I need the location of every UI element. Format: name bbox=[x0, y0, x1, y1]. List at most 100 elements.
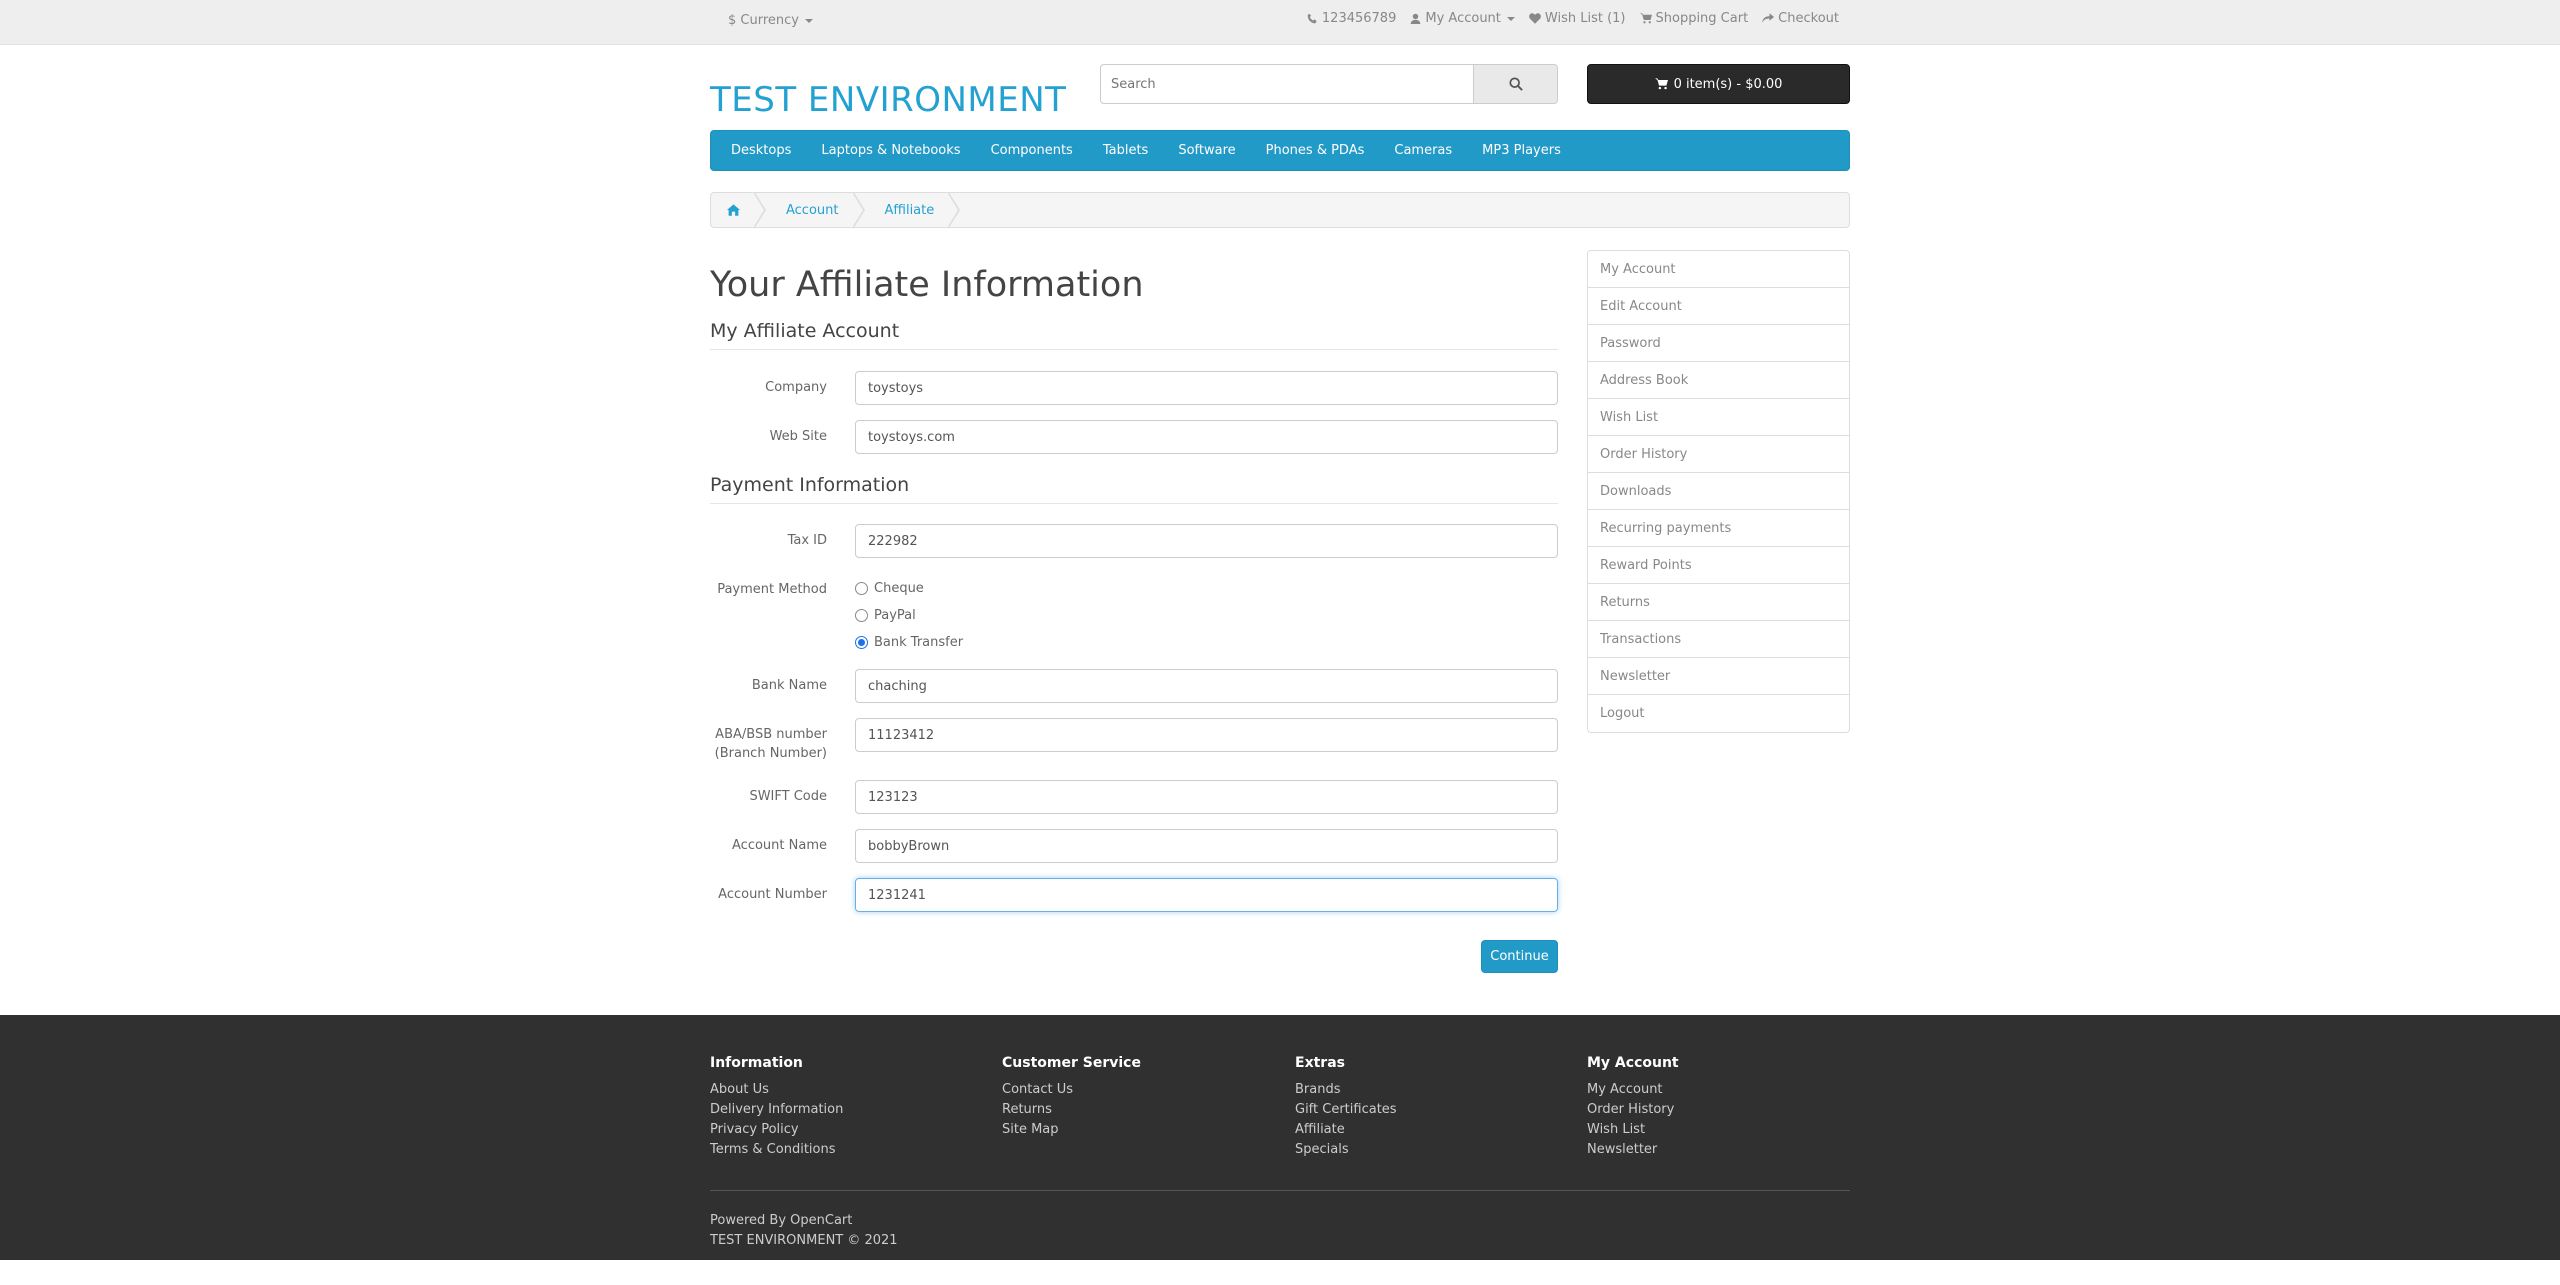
bank-name-input[interactable]: chaching bbox=[855, 669, 1558, 703]
footer-link-newsletter[interactable]: Newsletter bbox=[1587, 1140, 1679, 1160]
top-bar: $ Currency 123456789 My Account Wish Lis… bbox=[0, 0, 2560, 45]
breadcrumb: Account Affiliate bbox=[710, 191, 1850, 229]
footer-col-information: Information About Us Delivery Informatio… bbox=[710, 1055, 843, 1160]
footer-link-my-account[interactable]: My Account bbox=[1587, 1080, 1679, 1100]
phone-link[interactable]: 123456789 bbox=[1307, 11, 1396, 26]
breadcrumb-separator bbox=[851, 191, 873, 229]
footer-col-customer-service: Customer Service Contact Us Returns Site… bbox=[1002, 1055, 1141, 1140]
menu-item-tablets[interactable]: Tablets bbox=[1103, 143, 1149, 158]
copyright: TEST ENVIRONMENT © 2021 bbox=[710, 1233, 898, 1248]
radio-label-paypal: PayPal bbox=[874, 608, 916, 623]
phone-number: 123456789 bbox=[1321, 11, 1397, 26]
footer-link-specials[interactable]: Specials bbox=[1295, 1140, 1397, 1160]
footer-heading: My Account bbox=[1587, 1055, 1679, 1071]
cart-summary: 0 item(s) - $0.00 bbox=[1673, 76, 1783, 92]
sidebar-item-downloads[interactable]: Downloads bbox=[1588, 473, 1849, 510]
footer-link-privacy[interactable]: Privacy Policy bbox=[710, 1120, 843, 1140]
currency-label: $ Currency bbox=[728, 13, 799, 28]
site-logo[interactable]: TEST ENVIRONMENT bbox=[710, 80, 1066, 120]
sidebar-item-address-book[interactable]: Address Book bbox=[1588, 362, 1849, 399]
sidebar-item-logout[interactable]: Logout bbox=[1588, 695, 1849, 732]
website-input[interactable]: toystoys.com bbox=[855, 420, 1558, 454]
radio-bank-transfer[interactable] bbox=[855, 636, 868, 649]
breadcrumb-separator bbox=[947, 191, 968, 229]
footer-link-site-map[interactable]: Site Map bbox=[1002, 1120, 1141, 1140]
sidebar-item-newsletter[interactable]: Newsletter bbox=[1588, 658, 1849, 695]
phone-icon bbox=[1307, 13, 1317, 24]
menu-item-software[interactable]: Software bbox=[1178, 143, 1235, 158]
payment-option-cheque[interactable]: Cheque bbox=[855, 581, 924, 596]
section-title-affiliate: My Affiliate Account bbox=[710, 320, 900, 342]
menu-item-phones[interactable]: Phones & PDAs bbox=[1266, 143, 1365, 158]
my-account-dropdown[interactable]: My Account bbox=[1410, 11, 1515, 26]
shopping-cart-label: Shopping Cart bbox=[1655, 11, 1749, 26]
top-links: 123456789 My Account Wish List (1) Shopp… bbox=[1307, 11, 1839, 26]
checkout-link[interactable]: Checkout bbox=[1762, 11, 1839, 26]
footer-link-delivery[interactable]: Delivery Information bbox=[710, 1100, 843, 1120]
opencart-link[interactable]: OpenCart bbox=[790, 1213, 852, 1228]
menu-item-cameras[interactable]: Cameras bbox=[1394, 143, 1452, 158]
main-menu: Desktops Laptops & Notebooks Components … bbox=[710, 130, 1850, 171]
account-sidebar: My Account Edit Account Password Address… bbox=[1587, 250, 1850, 733]
sidebar-item-order-history[interactable]: Order History bbox=[1588, 436, 1849, 473]
sidebar-item-password[interactable]: Password bbox=[1588, 325, 1849, 362]
footer-heading: Customer Service bbox=[1002, 1055, 1141, 1071]
search-input[interactable] bbox=[1100, 64, 1473, 104]
search-bar bbox=[1100, 64, 1558, 104]
sidebar-item-edit-account[interactable]: Edit Account bbox=[1588, 288, 1849, 325]
radio-cheque[interactable] bbox=[855, 582, 868, 595]
breadcrumb-affiliate[interactable]: Affiliate bbox=[885, 203, 935, 218]
footer-link-returns[interactable]: Returns bbox=[1002, 1100, 1141, 1120]
shopping-cart-link[interactable]: Shopping Cart bbox=[1639, 11, 1749, 26]
footer-heading: Information bbox=[710, 1055, 803, 1071]
footer-link-affiliate[interactable]: Affiliate bbox=[1295, 1120, 1397, 1140]
footer-link-order-history[interactable]: Order History bbox=[1587, 1100, 1679, 1120]
menu-item-components[interactable]: Components bbox=[991, 143, 1073, 158]
account-name-input[interactable]: bobbyBrown bbox=[855, 829, 1558, 863]
footer bbox=[0, 1015, 2560, 1260]
footer-link-contact[interactable]: Contact Us bbox=[1002, 1080, 1141, 1100]
checkout-label: Checkout bbox=[1778, 11, 1839, 26]
website-label: Web Site bbox=[769, 429, 827, 444]
footer-link-wish-list[interactable]: Wish List bbox=[1587, 1120, 1679, 1140]
breadcrumb-home[interactable] bbox=[727, 204, 740, 216]
tax-id-label: Tax ID bbox=[787, 533, 827, 548]
sidebar-item-transactions[interactable]: Transactions bbox=[1588, 621, 1849, 658]
aba-bsb-label-line2: (Branch Number) bbox=[714, 746, 827, 761]
footer-link-brands[interactable]: Brands bbox=[1295, 1080, 1397, 1100]
divider bbox=[710, 349, 1558, 350]
sidebar-item-reward-points[interactable]: Reward Points bbox=[1588, 547, 1849, 584]
footer-heading: Extras bbox=[1295, 1055, 1345, 1071]
company-label: Company bbox=[765, 380, 827, 395]
radio-paypal[interactable] bbox=[855, 609, 868, 622]
menu-item-laptops[interactable]: Laptops & Notebooks bbox=[821, 143, 960, 158]
breadcrumb-account[interactable]: Account bbox=[786, 203, 839, 218]
powered-by: Powered By OpenCart TEST ENVIRONMENT © 2… bbox=[710, 1211, 898, 1251]
aba-bsb-label: ABA/BSB number (Branch Number) bbox=[667, 725, 827, 763]
radio-label-bank-transfer: Bank Transfer bbox=[874, 635, 964, 650]
continue-button[interactable]: Continue bbox=[1481, 940, 1558, 973]
sidebar-item-my-account[interactable]: My Account bbox=[1588, 251, 1849, 288]
wishlist-link[interactable]: Wish List (1) bbox=[1529, 11, 1626, 26]
sidebar-item-wish-list[interactable]: Wish List bbox=[1588, 399, 1849, 436]
payment-option-bank-transfer[interactable]: Bank Transfer bbox=[855, 635, 963, 650]
payment-option-paypal[interactable]: PayPal bbox=[855, 608, 916, 623]
aba-bsb-label-line1: ABA/BSB number bbox=[715, 727, 827, 742]
account-number-input[interactable]: 1231241 bbox=[855, 878, 1558, 912]
swift-input[interactable]: 123123 bbox=[855, 780, 1558, 814]
wishlist-label: Wish List (1) bbox=[1544, 11, 1626, 26]
caret-down-icon bbox=[805, 18, 814, 23]
tax-id-input[interactable]: 222982 bbox=[855, 524, 1558, 558]
currency-dropdown[interactable]: $ Currency bbox=[728, 13, 814, 28]
menu-item-mp3[interactable]: MP3 Players bbox=[1482, 143, 1561, 158]
footer-link-about-us[interactable]: About Us bbox=[710, 1080, 843, 1100]
search-button[interactable] bbox=[1473, 64, 1558, 104]
cart-button[interactable]: 0 item(s) - $0.00 bbox=[1587, 64, 1850, 104]
footer-link-gift-certificates[interactable]: Gift Certificates bbox=[1295, 1100, 1397, 1120]
footer-link-terms[interactable]: Terms & Conditions bbox=[710, 1140, 843, 1160]
company-input[interactable]: toystoys bbox=[855, 371, 1558, 405]
aba-bsb-input[interactable]: 11123412 bbox=[855, 718, 1558, 752]
menu-item-desktops[interactable]: Desktops bbox=[731, 143, 791, 158]
sidebar-item-recurring-payments[interactable]: Recurring payments bbox=[1588, 510, 1849, 547]
sidebar-item-returns[interactable]: Returns bbox=[1588, 584, 1849, 621]
